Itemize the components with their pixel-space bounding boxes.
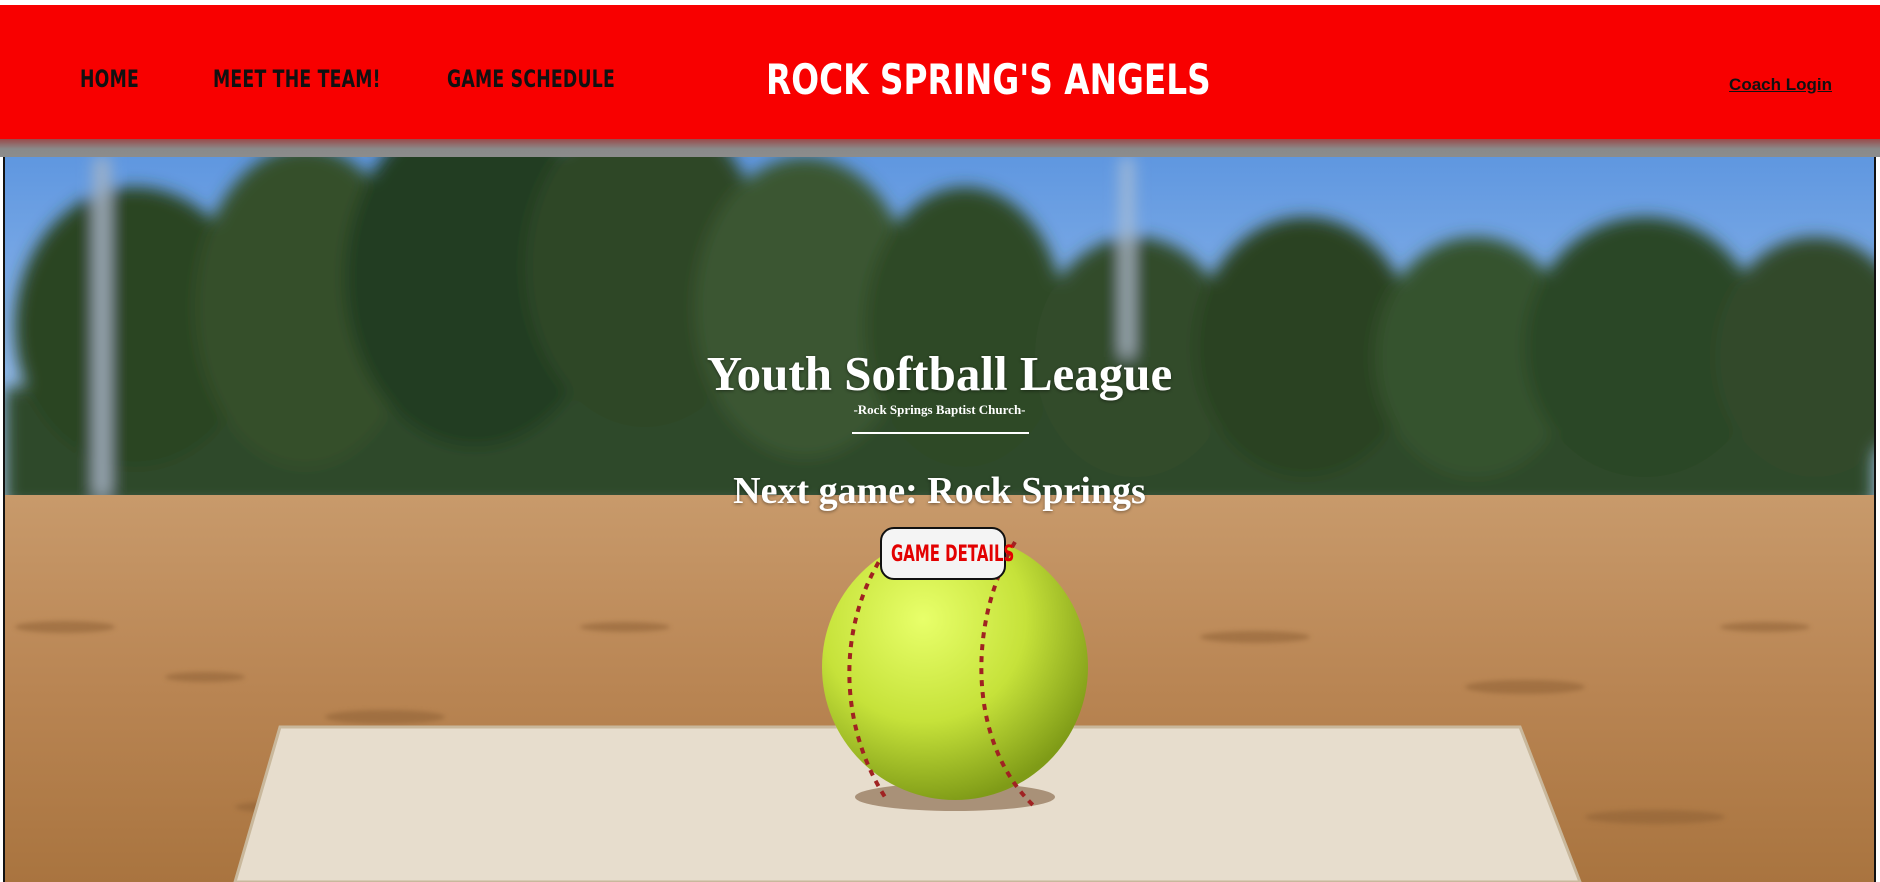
hero-divider [852, 432, 1029, 434]
hero-title: Youth Softball League [706, 346, 1173, 401]
next-game-heading: Next game: Rock Springs [733, 470, 1146, 512]
header-shadow [0, 139, 1880, 157]
coach-login-link[interactable]: Coach Login [1729, 75, 1832, 95]
page: HOME MEET THE TEAM! GAME SCHEDULE ROCK S… [0, 0, 1880, 882]
game-details-button-label: GAME DETAILS [891, 542, 1015, 567]
nav-home-link[interactable]: HOME [80, 65, 139, 93]
hero-section: Youth Softball League -Rock Springs Bapt… [3, 157, 1876, 882]
nav-game-schedule-link[interactable]: GAME SCHEDULE [447, 65, 615, 93]
site-title: ROCK SPRING'S ANGELS [766, 55, 1211, 104]
game-details-button[interactable]: GAME DETAILS [880, 527, 1014, 580]
hero-background-image [5, 157, 1874, 882]
site-header: HOME MEET THE TEAM! GAME SCHEDULE ROCK S… [0, 5, 1880, 139]
hero-subtitle: -Rock Springs Baptist Church- [853, 402, 1026, 417]
nav-meet-the-team-link[interactable]: MEET THE TEAM! [213, 65, 381, 93]
